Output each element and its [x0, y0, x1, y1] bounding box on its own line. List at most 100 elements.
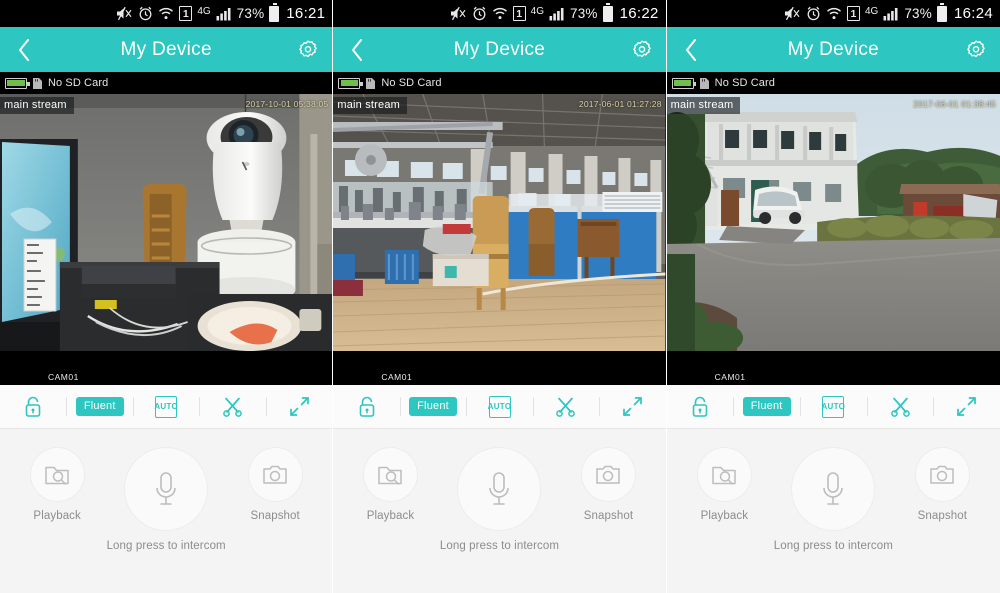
- back-button[interactable]: [0, 38, 48, 62]
- settings-button[interactable]: [284, 38, 332, 62]
- app-header: My Device: [333, 27, 666, 72]
- page-title: My Device: [120, 38, 212, 60]
- settings-button[interactable]: [618, 38, 666, 62]
- snapshot-button[interactable]: [247, 447, 303, 502]
- playback-button[interactable]: [29, 447, 85, 502]
- fullscreen-button[interactable]: [599, 385, 665, 428]
- alarm-clock-icon: [472, 6, 487, 21]
- wifi-icon: [492, 6, 508, 21]
- lock-icon: [359, 396, 374, 417]
- playback-button[interactable]: [696, 447, 752, 502]
- intercom-label: Long press to intercom: [106, 540, 226, 552]
- lock-icon: [692, 396, 708, 417]
- video-timestamp: 2017-06-01 01:38:45: [913, 99, 996, 109]
- sd-status-label: No SD Card: [381, 77, 442, 89]
- video-toolbar: Fluent AUTO: [666, 385, 1000, 429]
- video-view-1[interactable]: main stream 2017-10-01 05:38:05 CAM01: [0, 94, 333, 385]
- back-button[interactable]: [667, 38, 715, 62]
- lock-button[interactable]: [0, 385, 66, 428]
- snapshot-control[interactable]: Snapshot: [893, 447, 991, 522]
- intercom-button[interactable]: [791, 447, 876, 531]
- network-type-label: 4G: [864, 5, 879, 17]
- lock-button[interactable]: [333, 385, 399, 428]
- fullscreen-button[interactable]: [933, 385, 1000, 428]
- playback-button[interactable]: [362, 447, 418, 502]
- status-bar: 1 4G 73% 16:22: [333, 0, 666, 27]
- lock-button[interactable]: [667, 385, 734, 428]
- playback-icon: [45, 466, 69, 485]
- clip-button[interactable]: [532, 385, 599, 428]
- lock-icon: [25, 396, 41, 417]
- signal-bars-icon: [549, 7, 565, 21]
- sd-card-icon: [365, 77, 376, 90]
- microphone-icon: [823, 472, 844, 505]
- signal-bars-icon: [216, 7, 232, 21]
- camera-icon: [263, 465, 287, 484]
- clip-button[interactable]: [199, 385, 265, 428]
- stream-quality-button[interactable]: Fluent: [399, 385, 466, 428]
- playback-label: Playback: [366, 510, 415, 522]
- intercom-button[interactable]: [124, 447, 209, 531]
- device-battery-icon: [338, 77, 363, 89]
- settings-button[interactable]: [952, 38, 1000, 62]
- wifi-icon: [826, 6, 842, 21]
- device-battery-icon: [671, 77, 697, 89]
- playback-control[interactable]: Playback: [341, 447, 439, 522]
- scissors-icon: [223, 397, 242, 417]
- camera-label: CAM01: [381, 372, 413, 382]
- snapshot-control[interactable]: Snapshot: [226, 447, 324, 522]
- sim-card-icon: 1: [512, 6, 526, 21]
- network-type-label: 4G: [530, 5, 544, 17]
- snapshot-button[interactable]: [914, 447, 970, 502]
- intercom-control[interactable]: Long press to intercom: [439, 447, 559, 552]
- intercom-control[interactable]: Long press to intercom: [773, 447, 893, 552]
- app-header: My Device: [0, 27, 333, 72]
- alarm-clock-icon: [138, 6, 153, 21]
- playback-control[interactable]: Playback: [8, 447, 106, 522]
- camera-label: CAM01: [48, 372, 79, 382]
- stream-label: main stream: [666, 97, 741, 114]
- sim-card-icon: 1: [179, 6, 193, 21]
- network-type-label: 4G: [197, 5, 211, 17]
- signal-bars-icon: [883, 7, 899, 21]
- sd-card-icon: [699, 77, 710, 90]
- snapshot-button[interactable]: [580, 447, 636, 502]
- battery-icon: [602, 3, 613, 22]
- stream-label: main stream: [333, 97, 408, 114]
- playback-control[interactable]: Playback: [675, 447, 773, 522]
- auto-badge: AUTO: [154, 395, 178, 418]
- back-button[interactable]: [333, 38, 381, 62]
- intercom-control[interactable]: Long press to intercom: [106, 447, 226, 552]
- sim-card-icon: 1: [846, 6, 860, 21]
- scissors-icon: [890, 397, 910, 417]
- clip-button[interactable]: [866, 385, 934, 428]
- battery-percent-label: 73%: [236, 6, 265, 21]
- app-header: My Device: [666, 27, 1000, 72]
- fullscreen-button[interactable]: [265, 385, 332, 428]
- battery-percent-label: 73%: [904, 6, 932, 21]
- video-view-3[interactable]: main stream 2017-06-01 01:38:45 CAM01: [666, 94, 1000, 385]
- auto-mode-button[interactable]: AUTO: [132, 385, 199, 428]
- fullscreen-icon: [289, 397, 309, 416]
- video-frame: [0, 94, 333, 351]
- device-panel-1: 1 4G 73% 16:21 My Device No SD Card main…: [0, 0, 334, 593]
- device-battery-icon: [5, 77, 30, 89]
- snapshot-label: Snapshot: [250, 510, 300, 522]
- auto-mode-button[interactable]: AUTO: [466, 385, 532, 428]
- page-title: My Device: [787, 38, 880, 60]
- microphone-icon: [489, 472, 510, 505]
- quality-badge: Fluent: [742, 397, 791, 416]
- status-bar: 1 4G 73% 16:21: [0, 0, 333, 27]
- auto-mode-button[interactable]: AUTO: [800, 385, 867, 428]
- intercom-label: Long press to intercom: [439, 540, 560, 552]
- snapshot-control[interactable]: Snapshot: [559, 447, 657, 522]
- battery-percent-label: 73%: [569, 6, 598, 21]
- stream-quality-button[interactable]: Fluent: [66, 385, 132, 428]
- video-view-2[interactable]: main stream 2017-06-01 01:27:28 CAM01: [333, 94, 666, 385]
- alarm-clock-icon: [806, 6, 821, 21]
- video-timestamp: 2017-10-01 05:38:05: [245, 99, 329, 109]
- microphone-icon: [156, 472, 176, 505]
- sd-status-bar: No SD Card: [333, 72, 666, 94]
- intercom-button[interactable]: [457, 447, 542, 531]
- stream-quality-button[interactable]: Fluent: [733, 385, 800, 428]
